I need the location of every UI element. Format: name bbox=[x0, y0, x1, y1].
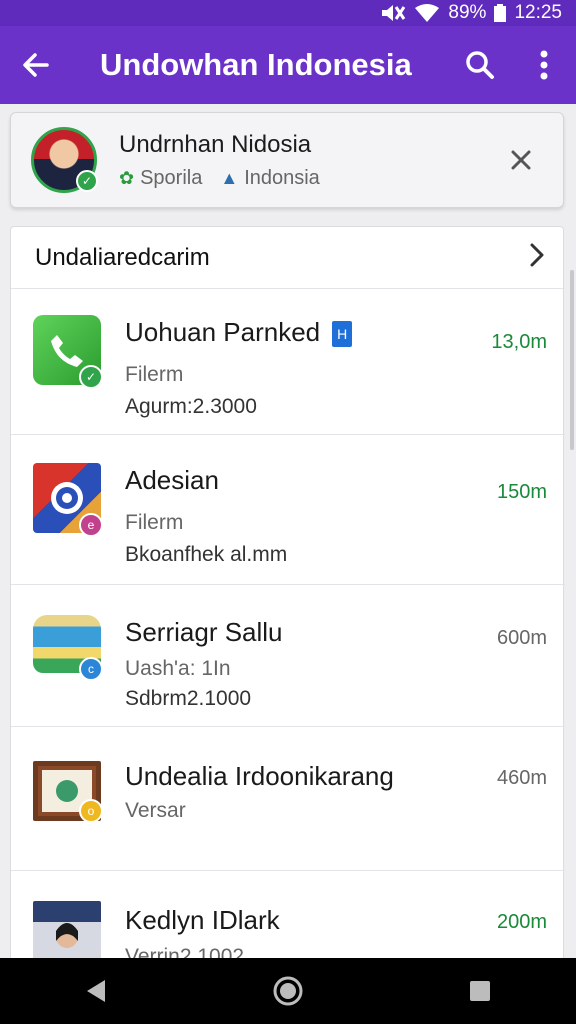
item-name: Uohuan Parnked H bbox=[125, 317, 353, 348]
item-subtitle: Filerm bbox=[125, 511, 184, 534]
item-name: Serriagr Sallu bbox=[125, 617, 283, 647]
more-vertical-icon[interactable] bbox=[512, 26, 576, 104]
app-bar: Undowhan Indonesia bbox=[0, 26, 576, 104]
nav-bar bbox=[0, 958, 576, 1024]
gear-icon: ✿ bbox=[119, 167, 135, 188]
app-list-panel: Undaliaredcarim ✓ Uohuan Parnked H Filerm… bbox=[10, 226, 565, 986]
list-item[interactable]: e Adesian Filerm Bkoanfhek al.mm 150m bbox=[11, 435, 565, 585]
item-detail: Bkoanfhek al.mm bbox=[125, 543, 288, 566]
item-size: 460m bbox=[496, 767, 547, 789]
profile-info: Undrnhan Nidosia ✿ Sporila ▲ Indonsia bbox=[119, 131, 491, 190]
item-detail: Agurm:2.3000 bbox=[125, 395, 257, 418]
list-item[interactable]: ✓ Uohuan Parnked H Filerm Agurm:2.3000 13… bbox=[11, 289, 565, 435]
profile-tag-1: Sporila bbox=[140, 166, 203, 189]
wifi-icon bbox=[414, 3, 440, 23]
nav-home-icon[interactable] bbox=[258, 961, 318, 1021]
item-name: Kedlyn IDlark bbox=[125, 905, 280, 935]
item-name: Adesian bbox=[125, 465, 219, 495]
list-item[interactable]: c Serriagr Sallu Uash'a: 1In Sdbrm2.1000… bbox=[11, 585, 565, 727]
item-detail: Sdbrm2.1000 bbox=[125, 687, 252, 710]
item-name: Undealia Irdoonikarang bbox=[125, 761, 394, 791]
profile-name: Undrnhan Nidosia bbox=[119, 130, 312, 158]
item-subtitle: Versar bbox=[125, 799, 186, 822]
clock: 12:25 bbox=[514, 2, 562, 23]
profile-tag-2: Indonsia bbox=[244, 166, 320, 189]
back-arrow-icon[interactable] bbox=[0, 26, 72, 104]
status-bar: 89% 12:25 bbox=[0, 0, 576, 26]
item-subtitle: Filerm bbox=[125, 363, 184, 386]
person-icon: ▲ bbox=[220, 167, 239, 188]
nav-back-icon[interactable] bbox=[66, 961, 126, 1021]
item-size: 200m bbox=[496, 911, 547, 933]
scrollbar[interactable] bbox=[570, 270, 574, 450]
mute-icon bbox=[380, 3, 406, 23]
pink-badge-icon: e bbox=[79, 513, 103, 537]
verified-badge: H bbox=[332, 321, 353, 348]
close-icon[interactable] bbox=[491, 130, 551, 190]
battery-percent: 89% bbox=[448, 2, 487, 23]
app-title: Undowhan Indonesia bbox=[100, 47, 412, 82]
check-badge-icon: ✓ bbox=[79, 365, 103, 389]
avatar: ✓ bbox=[31, 127, 98, 193]
nav-recents-icon[interactable] bbox=[450, 961, 510, 1021]
check-badge-icon: ✓ bbox=[76, 170, 98, 192]
profile-card[interactable]: ✓ Undrnhan Nidosia ✿ Sporila ▲ Indonsia bbox=[10, 112, 564, 208]
list-header[interactable]: Undaliaredcarim bbox=[11, 227, 563, 289]
item-subtitle: Uash'a: 1In bbox=[125, 657, 231, 680]
yellow-badge-icon: o bbox=[79, 799, 103, 823]
profile-meta: ✿ Sporila ▲ Indonsia bbox=[119, 167, 491, 190]
battery-icon bbox=[494, 4, 507, 22]
chevron-right-icon[interactable] bbox=[529, 242, 545, 273]
list-header-title: Undaliaredcarim bbox=[35, 243, 210, 271]
blue-badge-icon: c bbox=[79, 657, 103, 681]
item-size: 150m bbox=[496, 481, 547, 503]
item-name-text: Uohuan Parnked bbox=[125, 317, 321, 347]
list-item[interactable]: o Undealia Irdoonikarang Versar 460m bbox=[11, 727, 565, 871]
item-size: 600m bbox=[496, 627, 547, 649]
search-icon[interactable] bbox=[448, 26, 512, 104]
item-size: 13,0m bbox=[491, 331, 547, 353]
